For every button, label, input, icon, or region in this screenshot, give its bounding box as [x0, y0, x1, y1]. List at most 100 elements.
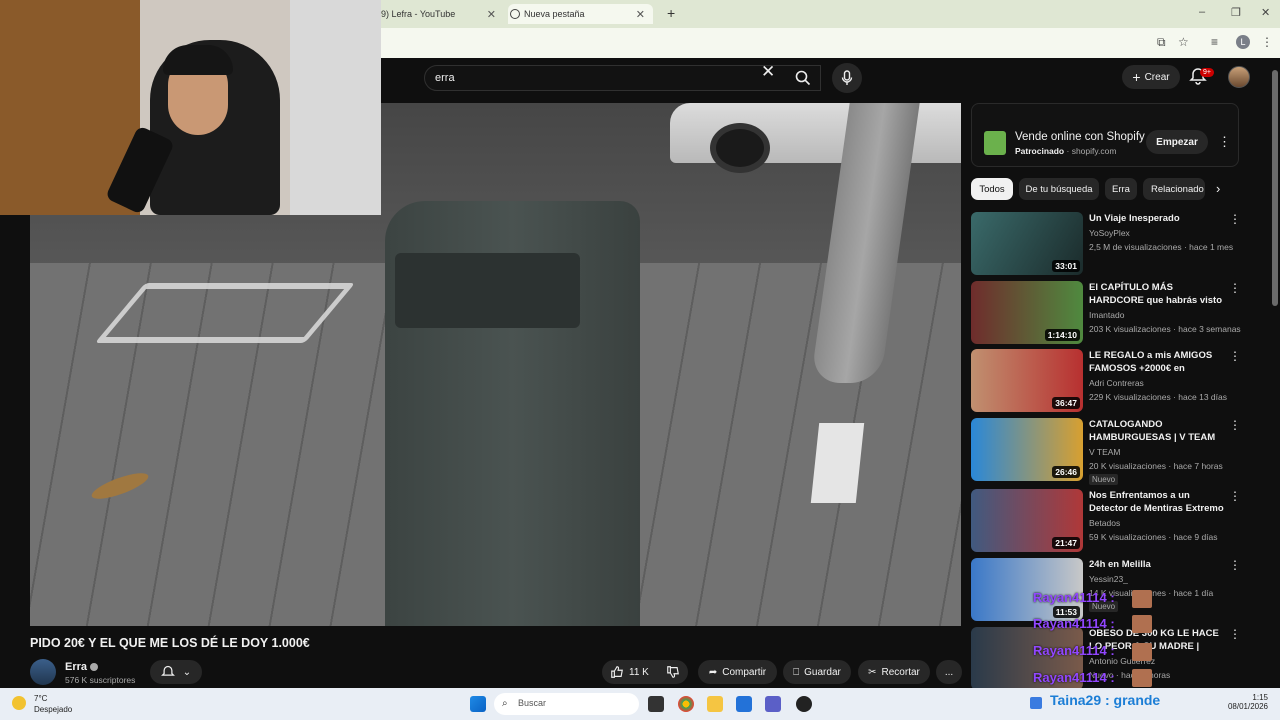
app-icon[interactable]	[796, 696, 812, 712]
channel-name[interactable]: Erra	[65, 661, 99, 673]
recommendation-channel[interactable]: Yessin23_	[1089, 574, 1128, 584]
save-button[interactable]: ⎕ Guardar	[783, 660, 851, 684]
more-vert-icon[interactable]: ⋮	[1218, 134, 1231, 150]
chat-message-user: Rayan41114 :	[1033, 590, 1115, 605]
chip-todos[interactable]: Todos	[971, 178, 1013, 200]
recommendation-item[interactable]: 1:14:10 El CAPÍTULO MÁS HARDCORE que hab…	[971, 281, 1241, 345]
chat-avatar	[1132, 669, 1152, 687]
like-count: 11 K	[629, 666, 649, 678]
clip-button[interactable]: ✂ Recortar	[858, 660, 930, 684]
video-thumbnail[interactable]: 36:47	[971, 349, 1083, 412]
file-explorer-icon[interactable]	[707, 696, 723, 712]
close-icon[interactable]: ✕	[636, 8, 645, 21]
voice-search-button[interactable]	[832, 63, 862, 93]
recommendation-item[interactable]: 33:01 Un Viaje Inesperado YoSoyPlex 2,5 …	[971, 212, 1241, 276]
recommendation-channel[interactable]: YoSoyPlex	[1089, 228, 1130, 238]
scrollbar-thumb[interactable]	[1272, 70, 1278, 306]
recommendation-channel[interactable]: Betados	[1089, 518, 1120, 528]
taskbar-search[interactable]: Buscar	[494, 693, 639, 715]
more-vert-icon[interactable]: ⋮	[1229, 418, 1241, 432]
recommendation-item[interactable]: 21:47 Nos Enfrentamos a un Detector de M…	[971, 489, 1241, 553]
recommendation-meta: 229 K visualizaciones · hace 13 días	[1089, 392, 1227, 402]
more-actions-button[interactable]: ...	[936, 660, 962, 684]
outlook-icon[interactable]	[736, 696, 752, 712]
chat-avatar	[1132, 615, 1152, 633]
menu-icon[interactable]: ⋮	[1261, 35, 1273, 49]
recommendation-item[interactable]: 36:47 LE REGALO a mis AMIGOS FAMOSOS +20…	[971, 349, 1241, 413]
media-icon[interactable]: ≡	[1211, 35, 1218, 49]
chip-de-tu-busqueda[interactable]: De tu búsqueda	[1019, 178, 1099, 200]
more-vert-icon[interactable]: ⋮	[1229, 489, 1241, 503]
maximize-icon[interactable]: ❐	[1231, 6, 1241, 19]
recommendation-title[interactable]: Un Viaje Inesperado	[1089, 212, 1227, 225]
dislike-button[interactable]	[666, 665, 680, 684]
notification-app-icon[interactable]	[1030, 697, 1042, 709]
channel-avatar[interactable]	[30, 659, 56, 685]
close-window-icon[interactable]: ✕	[1261, 6, 1270, 19]
recommendation-title[interactable]: LE REGALO a mis AMIGOS FAMOSOS +2000€ en…	[1089, 349, 1227, 375]
duration-badge: 33:01	[1052, 260, 1080, 272]
more-vert-icon[interactable]: ⋮	[1229, 212, 1241, 226]
address-bar[interactable]: ⧉ ☆ ≡ L ⋮	[381, 28, 1280, 58]
weather-desc: Despejado	[34, 705, 73, 714]
chip-relacionado[interactable]: Relacionado	[1143, 178, 1205, 200]
recommendation-title[interactable]: El CAPÍTULO MÁS HARDCORE que habrás vist…	[1089, 281, 1227, 307]
moon-weather-icon[interactable]	[12, 696, 26, 710]
recommendation-title[interactable]: Nos Enfrentamos a un Detector de Mentira…	[1089, 489, 1227, 515]
chevron-down-icon: ⌄	[182, 666, 192, 678]
new-tab-button[interactable]: +	[667, 5, 675, 21]
subscription-bell-button[interactable]: ⌄	[150, 660, 202, 684]
clear-search-icon[interactable]: ✕	[761, 62, 775, 82]
tab-youtube[interactable]: 9) Lefra - YouTube ✕	[381, 4, 496, 24]
recommendation-meta: 203 K visualizaciones · hace 3 semanas	[1089, 324, 1241, 334]
search-icon	[795, 70, 811, 86]
taskbar-clock[interactable]: 1:15 08/01/2026	[1222, 693, 1268, 711]
recommendation-title[interactable]: CATALOGANDO HAMBURGUESAS | V TEAM	[1089, 418, 1227, 444]
recommendation-channel[interactable]: Imantado	[1089, 310, 1124, 320]
bookmark-icon[interactable]: ☆	[1178, 35, 1189, 49]
bookmark-save-icon: ⎕	[793, 666, 800, 678]
thumbs-down-icon	[667, 666, 679, 678]
windows-start-icon[interactable]	[470, 696, 486, 712]
create-button[interactable]: + Crear	[1122, 65, 1180, 89]
minimize-icon[interactable]: –	[1199, 6, 1205, 18]
ad-cta-button[interactable]: Empezar	[1146, 130, 1208, 154]
ad-card[interactable]: Vende online con Shopify Patrocinado · s…	[971, 103, 1239, 167]
account-avatar[interactable]	[1228, 66, 1250, 88]
install-icon[interactable]: ⧉	[1157, 35, 1166, 50]
video-thumbnail[interactable]: 1:14:10	[971, 281, 1083, 344]
share-button[interactable]: ➦ Compartir	[698, 660, 777, 684]
chrome-icon[interactable]	[678, 696, 694, 712]
search-button[interactable]	[788, 65, 818, 91]
chip-erra[interactable]: Erra	[1105, 178, 1137, 200]
recommendation-title[interactable]: 24h en Melilla	[1089, 558, 1227, 571]
task-view-icon[interactable]	[648, 696, 664, 712]
recommendation-channel[interactable]: V TEAM	[1089, 447, 1121, 457]
video-thumbnail[interactable]: 26:46	[971, 418, 1083, 481]
chevron-right-icon[interactable]: ›	[1216, 181, 1220, 196]
recommendation-item[interactable]: 26:46 CATALOGANDO HAMBURGUESAS | V TEAM …	[971, 418, 1241, 485]
video-thumbnail[interactable]: 33:01	[971, 212, 1083, 275]
clip-label: Recortar	[881, 666, 920, 678]
scrollbar[interactable]	[1270, 58, 1280, 688]
verified-icon	[90, 663, 99, 672]
teams-icon[interactable]	[765, 696, 781, 712]
microphone-icon	[841, 70, 853, 85]
recommendation-meta: 59 K visualizaciones · hace 9 días	[1089, 532, 1218, 542]
chat-message-user: Rayan41114 :	[1033, 616, 1115, 631]
bell-icon	[160, 665, 175, 676]
new-badge: Nuevo	[1089, 474, 1119, 485]
video-bin-slot	[395, 253, 580, 328]
more-vert-icon[interactable]: ⋮	[1229, 627, 1241, 641]
close-icon[interactable]: ✕	[487, 8, 496, 21]
tab-label: Nueva pestaña	[524, 9, 585, 19]
video-thumbnail[interactable]: 21:47	[971, 489, 1083, 552]
tab-new[interactable]: Nueva pestaña ✕	[508, 4, 653, 24]
more-vert-icon[interactable]: ⋮	[1229, 349, 1241, 363]
clock-date: 08/01/2026	[1227, 702, 1268, 711]
more-vert-icon[interactable]: ⋮	[1229, 281, 1241, 295]
recommendation-channel[interactable]: Adri Contreras	[1089, 378, 1144, 388]
thumbs-up-icon	[611, 666, 623, 678]
more-vert-icon[interactable]: ⋮	[1229, 558, 1241, 572]
profile-avatar[interactable]: L	[1236, 35, 1250, 49]
